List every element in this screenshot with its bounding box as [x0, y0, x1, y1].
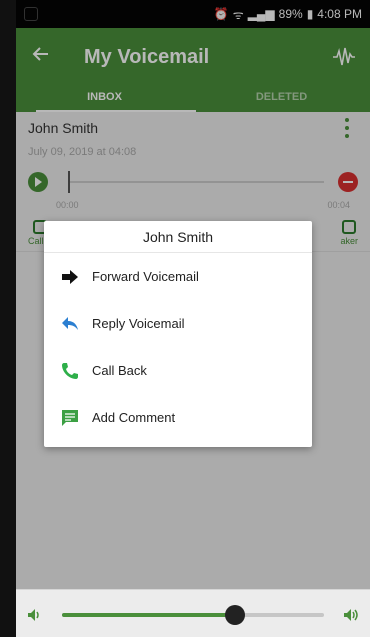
- forward-arrow-icon: [60, 267, 80, 287]
- volume-slider[interactable]: [62, 605, 324, 625]
- phone-icon: [60, 361, 80, 381]
- dialog-title: John Smith: [44, 221, 312, 253]
- reply-icon: [60, 314, 80, 334]
- volume-thumb[interactable]: [224, 605, 245, 625]
- forward-voicemail-item[interactable]: Forward Voicemail: [44, 253, 312, 300]
- volume-fill: [62, 613, 235, 617]
- volume-high-icon[interactable]: [342, 606, 360, 624]
- reply-voicemail-label: Reply Voicemail: [92, 316, 185, 331]
- call-back-item[interactable]: Call Back: [44, 347, 312, 394]
- forward-voicemail-label: Forward Voicemail: [92, 269, 199, 284]
- add-comment-label: Add Comment: [92, 410, 176, 425]
- add-comment-item[interactable]: Add Comment: [44, 394, 312, 441]
- call-back-label: Call Back: [92, 363, 147, 378]
- voicemail-options-dialog: John Smith Forward Voicemail Reply Voice…: [44, 221, 312, 447]
- volume-bar: [16, 589, 370, 637]
- volume-low-icon[interactable]: [26, 606, 44, 624]
- comment-icon: [60, 408, 80, 428]
- reply-voicemail-item[interactable]: Reply Voicemail: [44, 300, 312, 347]
